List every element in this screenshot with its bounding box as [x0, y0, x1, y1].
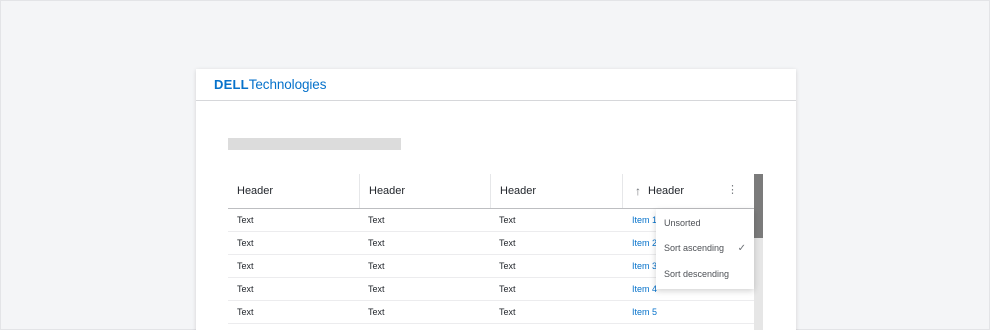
- arrow-up-icon[interactable]: ↑: [635, 185, 641, 197]
- table-cell: Text: [499, 238, 516, 248]
- column-header[interactable]: Header: [228, 174, 359, 208]
- app-header: DELL Technologies: [196, 69, 796, 101]
- column-header-label: Header: [237, 185, 274, 197]
- table-cell: Text: [499, 284, 516, 294]
- check-icon: ✓: [737, 242, 746, 254]
- vertical-scrollbar[interactable]: [754, 174, 763, 330]
- table-cell: Text: [368, 238, 385, 248]
- table-header-row: Header Header Header ↑ Header ⋮: [228, 174, 754, 209]
- dell-technologies-logo[interactable]: DELL Technologies: [214, 77, 326, 92]
- table-cell: Text: [368, 261, 385, 271]
- table-cell: Text: [237, 261, 254, 271]
- scrollbar-thumb[interactable]: [754, 174, 763, 238]
- kebab-menu-icon[interactable]: ⋮: [727, 185, 738, 196]
- menu-item-unsorted[interactable]: Unsorted: [656, 210, 754, 236]
- column-header-sorted[interactable]: ↑ Header ⋮: [622, 174, 754, 208]
- table-cell: Item 5: [622, 301, 754, 323]
- item-link[interactable]: Item 4: [632, 284, 657, 294]
- table-cell: Text: [499, 307, 516, 317]
- column-header[interactable]: Header: [490, 174, 622, 208]
- menu-item-label: Sort ascending: [664, 243, 725, 254]
- item-link[interactable]: Item 5: [632, 307, 657, 317]
- menu-item-sort-ascending[interactable]: Sort ascending ✓: [656, 236, 754, 262]
- column-header-label: Header: [648, 185, 685, 197]
- table-cell: Text: [237, 215, 254, 225]
- title-placeholder: [228, 138, 401, 150]
- item-link[interactable]: Item 3: [632, 261, 657, 271]
- column-header-label: Header: [369, 185, 406, 197]
- main-card: DELL Technologies Header Header Header ↑…: [196, 69, 796, 330]
- logo-text: Technologies: [248, 77, 327, 92]
- table-cell: Text: [368, 284, 385, 294]
- sort-menu: Unsorted Sort ascending ✓ Sort descendin…: [656, 209, 754, 289]
- column-header[interactable]: Header: [359, 174, 490, 208]
- table-cell: Text: [499, 215, 516, 225]
- table-cell: Text: [237, 307, 254, 317]
- logo-mark: DELL: [214, 77, 249, 92]
- menu-item-sort-descending[interactable]: Sort descending: [656, 261, 754, 287]
- table-cell: Text: [499, 261, 516, 271]
- table-cell: Text: [237, 238, 254, 248]
- menu-item-label: Unsorted: [664, 217, 701, 228]
- table-cell: Text: [368, 215, 385, 225]
- table-cell: Text: [368, 307, 385, 317]
- table-cell: Text: [237, 284, 254, 294]
- item-link[interactable]: Item 1: [632, 215, 657, 225]
- column-header-label: Header: [500, 185, 537, 197]
- table-row: Text Text Text Item 5: [228, 301, 754, 324]
- menu-item-label: Sort descending: [664, 268, 730, 279]
- item-link[interactable]: Item 2: [632, 238, 657, 248]
